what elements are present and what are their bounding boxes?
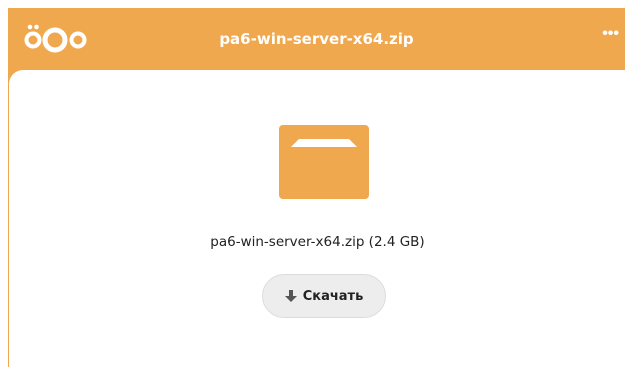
download-button[interactable]: Скачать: [262, 274, 386, 318]
share-page: pa6-win-server-x64.zip ••• pa6-win-serve…: [0, 0, 625, 367]
download-arrow-icon: [284, 290, 297, 302]
page-title: pa6-win-server-x64.zip: [219, 30, 414, 48]
more-menu-button[interactable]: •••: [602, 26, 619, 42]
content-area: pa6-win-server-x64.zip (2.4 GB) Скачать: [9, 70, 625, 367]
download-label: Скачать: [302, 288, 364, 304]
app-header: pa6-win-server-x64.zip •••: [8, 8, 625, 70]
content-card: pa6-win-server-x64.zip (2.4 GB) Скачать: [8, 70, 625, 367]
folder-icon: [279, 125, 369, 199]
file-name-size: pa6-win-server-x64.zip (2.4 GB): [210, 234, 425, 250]
